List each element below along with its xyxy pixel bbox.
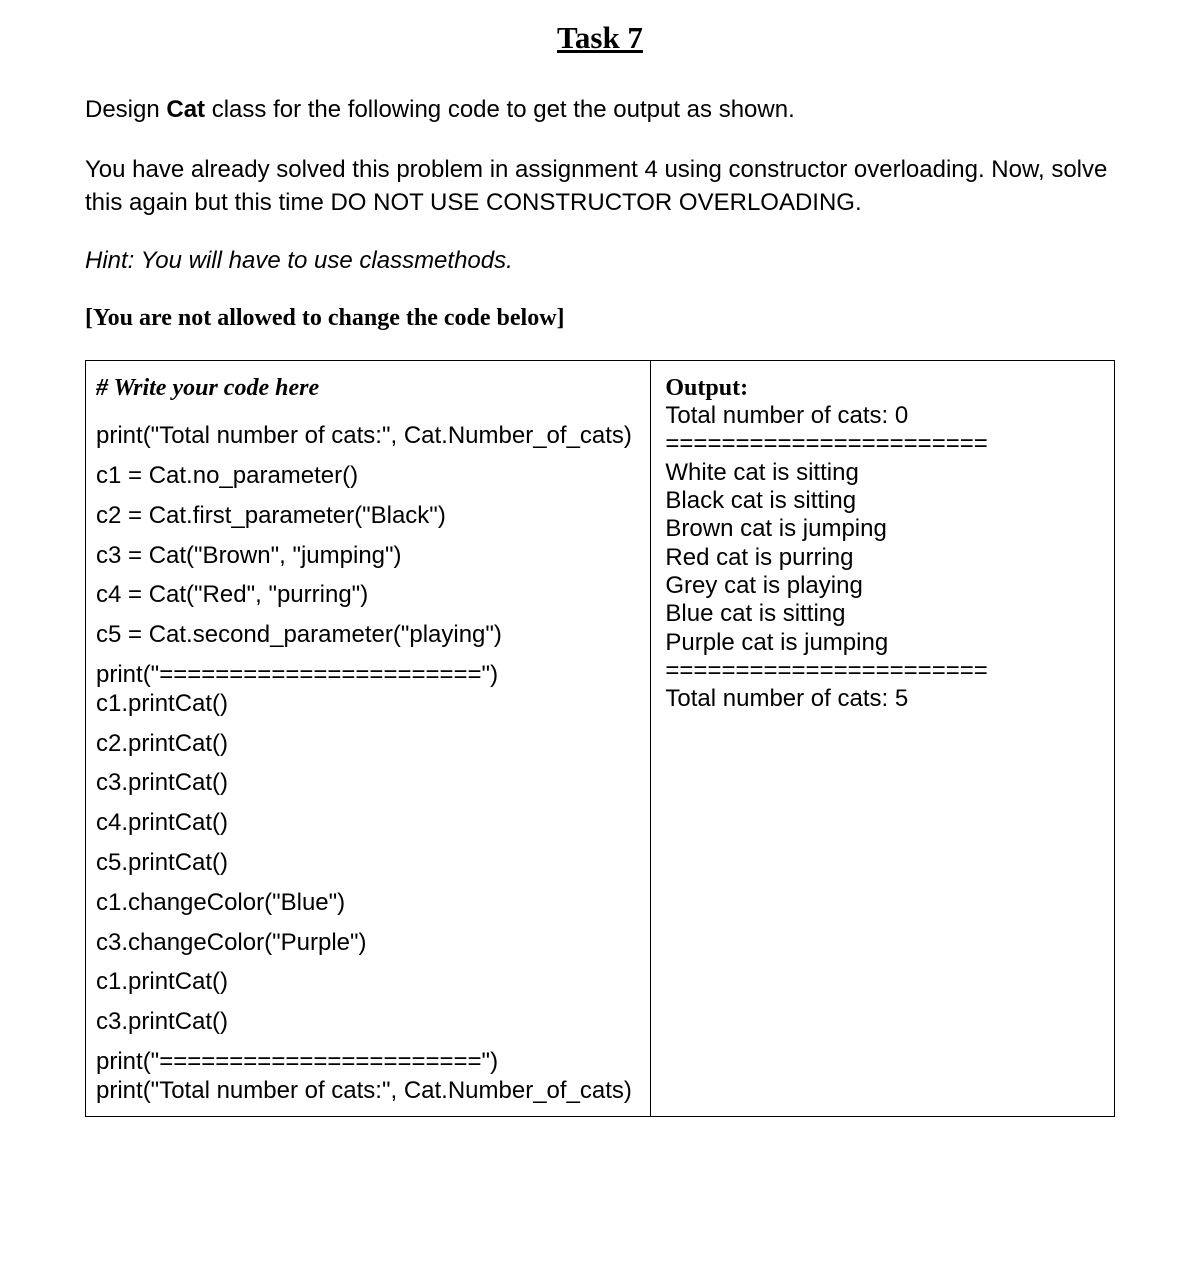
code-line: c1.printCat(): [96, 690, 640, 719]
output-column: Output: Total number of cats: 0 ========…: [651, 361, 1114, 1115]
code-output-table: # Write your code here print("Total numb…: [85, 360, 1115, 1116]
code-line: c3.printCat(): [96, 1008, 640, 1037]
output-header: Output:: [665, 375, 1102, 402]
output-line: =======================: [665, 657, 1102, 685]
code-column: # Write your code here print("Total numb…: [86, 361, 651, 1115]
hint-text: Hint: You will have to use classmethods.: [85, 247, 1115, 275]
code-line: c1 = Cat.no_parameter(): [96, 462, 640, 491]
code-line: c1.changeColor("Blue"): [96, 889, 640, 918]
code-comment: # Write your code here: [96, 375, 640, 402]
code-line: c2.printCat(): [96, 730, 640, 759]
output-line: Blue cat is sitting: [665, 600, 1102, 628]
output-line: =======================: [665, 430, 1102, 458]
intro-prefix: Design: [85, 96, 166, 123]
code-line: c3 = Cat("Brown", "jumping"): [96, 542, 640, 571]
output-line: Total number of cats: 0: [665, 402, 1102, 430]
code-line: c4.printCat(): [96, 809, 640, 838]
code-line: c5 = Cat.second_parameter("playing"): [96, 621, 640, 650]
restriction-text: [You are not allowed to change the code …: [85, 305, 1115, 332]
output-line: Grey cat is playing: [665, 572, 1102, 600]
intro-bold: Cat: [166, 96, 205, 123]
code-line: c1.printCat(): [96, 968, 640, 997]
code-line: c3.changeColor("Purple"): [96, 929, 640, 958]
code-line: c5.printCat(): [96, 849, 640, 878]
intro-suffix: class for the following code to get the …: [205, 96, 795, 123]
output-line: Purple cat is jumping: [665, 629, 1102, 657]
output-line: Brown cat is jumping: [665, 515, 1102, 543]
code-line: c2 = Cat.first_parameter("Black"): [96, 502, 640, 531]
code-line: c3.printCat(): [96, 769, 640, 798]
code-line: c4 = Cat("Red", "purring"): [96, 581, 640, 610]
intro-paragraph: Design Cat class for the following code …: [85, 94, 1115, 126]
output-line: Black cat is sitting: [665, 487, 1102, 515]
output-line: White cat is sitting: [665, 459, 1102, 487]
code-line: print("Total number of cats:", Cat.Numbe…: [96, 1077, 640, 1106]
code-line: print("Total number of cats:", Cat.Numbe…: [96, 422, 640, 451]
output-line: Total number of cats: 5: [665, 685, 1102, 713]
code-line: print("======================="): [96, 1048, 640, 1077]
code-line: print("======================="): [96, 661, 640, 690]
task-title: Task 7: [85, 20, 1115, 56]
explanation-paragraph: You have already solved this problem in …: [85, 154, 1115, 219]
output-line: Red cat is purring: [665, 544, 1102, 572]
